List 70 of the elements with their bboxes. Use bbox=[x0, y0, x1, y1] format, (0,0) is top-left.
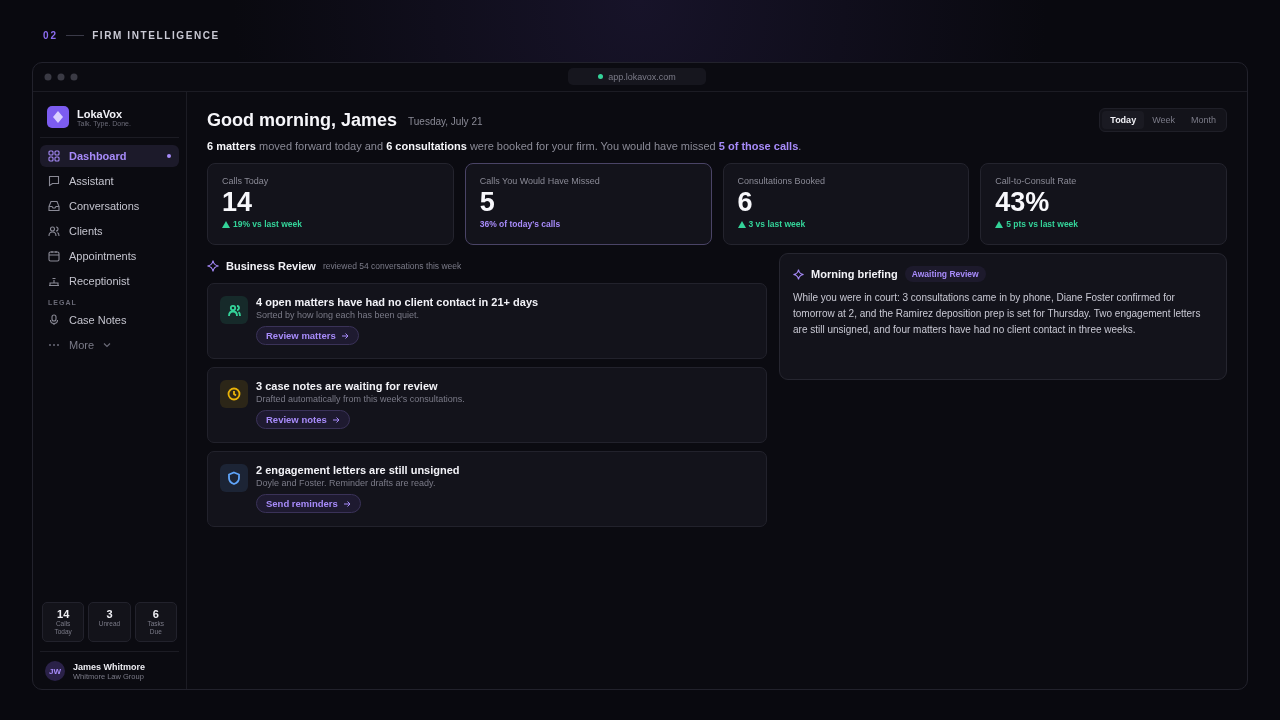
nav-item[interactable]: Assistant bbox=[40, 170, 179, 192]
stat-value: 3 bbox=[106, 608, 113, 620]
calendar-icon bbox=[48, 250, 60, 262]
status-badge: Awaiting Review bbox=[904, 266, 986, 282]
nav-item[interactable]: Dashboard bbox=[40, 145, 179, 167]
section-heading: Business Review bbox=[226, 260, 316, 272]
insight-detail: Doyle and Foster. Reminder drafts are ready. bbox=[256, 478, 436, 488]
metric-value: 43% bbox=[995, 187, 1051, 218]
more-menu[interactable]: More bbox=[40, 334, 179, 356]
section-subtitle: reviewed 54 conversations this week bbox=[322, 261, 462, 271]
user-avatar[interactable]: JW bbox=[45, 661, 65, 681]
chevron-down-icon bbox=[103, 342, 112, 348]
metric-change: 36% of today's calls bbox=[479, 219, 561, 229]
nav-item[interactable]: Case Notes bbox=[40, 309, 179, 331]
nav-item[interactable]: Appointments bbox=[40, 245, 179, 267]
summary-text: 6 matters moved forward today and 6 consultations were booked for your firm. You would have missed 5 of those calls. bbox=[207, 140, 803, 152]
section-title: FIRM INTELLIGENCE bbox=[92, 29, 220, 41]
metric-value: 5 bbox=[479, 187, 496, 218]
logo-icon bbox=[47, 106, 69, 128]
metric-change: 3 vs last week bbox=[748, 219, 806, 229]
section-number: 02 bbox=[43, 29, 59, 41]
arrow-right-icon bbox=[340, 331, 349, 340]
clock-icon bbox=[220, 380, 248, 408]
greeting-heading: Good morning, James bbox=[207, 109, 398, 131]
user-name: James Whitmore bbox=[73, 661, 146, 672]
action-button[interactable]: Review notes bbox=[256, 410, 350, 429]
metric-value: 14 bbox=[222, 187, 254, 218]
people-icon bbox=[220, 296, 248, 324]
range-tab[interactable]: Month bbox=[1183, 111, 1224, 129]
metric-label: Calls Today bbox=[222, 176, 270, 186]
insight-title: 4 open matters have had no client contact in 21+ days bbox=[256, 296, 539, 308]
grid-icon bbox=[48, 150, 60, 162]
nav-item[interactable]: Receptionist bbox=[40, 270, 179, 292]
range-tab[interactable]: Week bbox=[1144, 111, 1183, 129]
insight-title: 3 case notes are waiting for review bbox=[256, 380, 438, 392]
briefing-text: While you were in court: 3 consultations came in by phone, Diane Foster confirmed for tomorrow at 2, and the Ramirez deposition prep is set for Thursday. Two engagement letters are still unsigned, and four matters have had no client contact in three weeks. bbox=[793, 291, 1202, 337]
brand-name: LokaVox bbox=[77, 107, 124, 120]
stat-value: 14 bbox=[57, 608, 70, 620]
metric-change: 19% vs last week bbox=[233, 219, 302, 229]
up-triangle-icon bbox=[222, 220, 230, 228]
action-button[interactable]: Review matters bbox=[256, 326, 359, 345]
nav-item[interactable]: Clients bbox=[40, 220, 179, 242]
range-tab[interactable]: Today bbox=[1102, 111, 1145, 129]
desk-bell-icon bbox=[48, 275, 60, 287]
arrow-right-icon bbox=[331, 415, 340, 424]
speech-bubble-icon bbox=[48, 175, 60, 187]
address-bar[interactable]: app.lokavox.com bbox=[568, 68, 706, 85]
shield-icon bbox=[220, 464, 248, 492]
people-icon bbox=[48, 225, 60, 237]
date-label: Tuesday, July 21 bbox=[408, 116, 483, 127]
insight-detail: Sorted by how long each has been quiet. bbox=[256, 310, 420, 320]
nav-item[interactable]: Conversations bbox=[40, 195, 179, 217]
metric-label: Call-to-Consult Rate bbox=[995, 176, 1078, 186]
window-dots-icon bbox=[44, 73, 78, 81]
stat-value: 6 bbox=[152, 608, 159, 620]
up-triangle-icon bbox=[995, 220, 1004, 228]
metric-change: 5 pts vs last week bbox=[1006, 219, 1079, 229]
action-button[interactable]: Send reminders bbox=[256, 494, 361, 513]
metric-label: Calls You Would Have Missed bbox=[479, 176, 601, 186]
sparkle-icon bbox=[793, 268, 804, 280]
up-triangle-icon bbox=[737, 220, 746, 228]
microphone-icon bbox=[48, 314, 60, 326]
inbox-icon bbox=[48, 200, 60, 212]
insight-detail: Drafted automatically from this week's consultations. bbox=[256, 394, 465, 404]
arrow-right-icon bbox=[342, 499, 351, 508]
insight-title: 2 engagement letters are still unsigned bbox=[256, 464, 460, 476]
metric-value: 6 bbox=[737, 187, 754, 218]
sparkle-icon bbox=[207, 260, 219, 272]
metric-label: Consultations Booked bbox=[737, 176, 827, 186]
briefing-title: Morning briefing bbox=[811, 268, 898, 280]
